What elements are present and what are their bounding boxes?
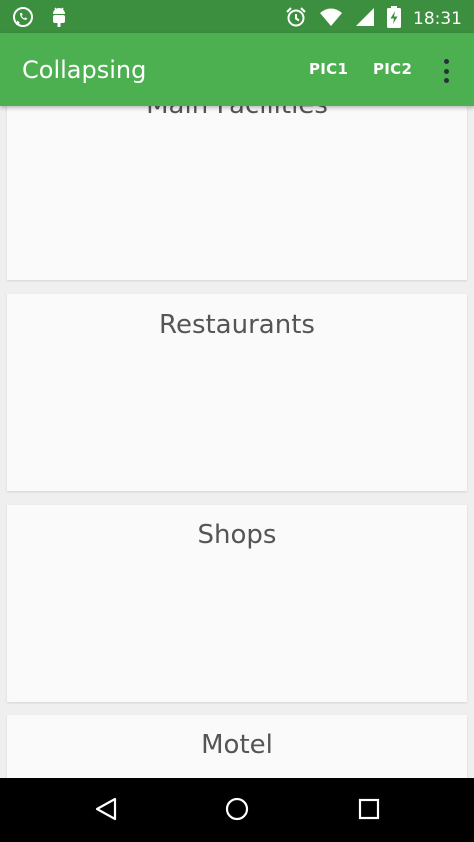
back-icon[interactable] xyxy=(93,796,119,826)
whatsapp-icon xyxy=(12,6,34,32)
android-debug-icon xyxy=(50,6,68,32)
app-title: Collapsing xyxy=(22,56,147,84)
card-title: Main Facilities xyxy=(7,106,467,121)
cell-signal-icon xyxy=(355,7,375,31)
app-bar: Collapsing PIC1 PIC2 xyxy=(0,33,474,106)
card-shops[interactable]: Shops xyxy=(7,505,467,702)
pic1-button[interactable]: PIC1 xyxy=(309,60,348,78)
card-title: Motel xyxy=(201,730,273,760)
status-bar: 18:31 xyxy=(0,0,474,33)
card-motel[interactable]: Motel xyxy=(7,715,467,778)
navigation-bar xyxy=(0,778,474,842)
card-title: Restaurants xyxy=(159,310,315,340)
recents-icon[interactable] xyxy=(356,796,382,826)
card-title: Shops xyxy=(197,520,277,550)
more-vert-icon[interactable] xyxy=(436,57,456,85)
card-main-facilities[interactable]: Main Facilities xyxy=(7,106,467,280)
home-icon[interactable] xyxy=(224,796,250,826)
alarm-icon xyxy=(285,6,307,32)
pic2-button[interactable]: PIC2 xyxy=(373,60,412,78)
card-list[interactable]: Main Facilities Restaurants Shops Motel xyxy=(0,106,474,778)
card-restaurants[interactable]: Restaurants xyxy=(7,294,467,491)
wifi-icon xyxy=(319,7,343,31)
battery-charging-icon xyxy=(387,6,401,32)
clock-text: 18:31 xyxy=(413,9,462,29)
